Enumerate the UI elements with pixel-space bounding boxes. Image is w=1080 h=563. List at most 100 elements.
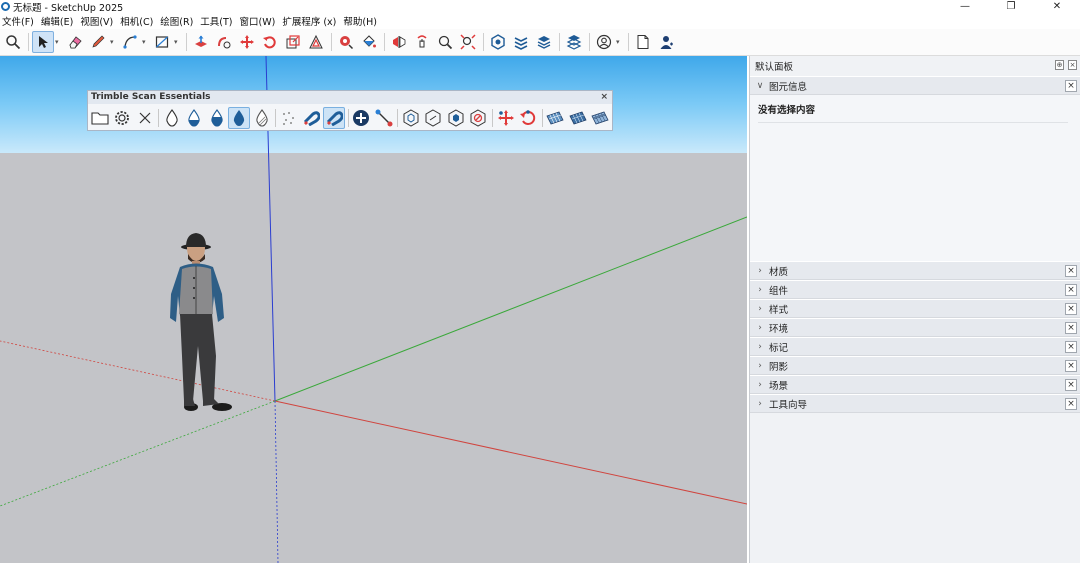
move-points-icon[interactable]: [495, 107, 516, 129]
drop-striped-icon[interactable]: [251, 107, 272, 129]
menu-file[interactable]: 文件(F): [0, 14, 39, 28]
profile-icon[interactable]: [655, 31, 677, 53]
arc-dropdown-caret[interactable]: ▾: [142, 38, 149, 46]
drop-filled-icon[interactable]: [228, 106, 250, 129]
components-icon[interactable]: [563, 31, 585, 53]
folder-icon[interactable]: [89, 107, 110, 129]
close-window-button[interactable]: ✕: [1034, 0, 1080, 13]
paint-bucket-icon[interactable]: [358, 31, 380, 53]
settings-gear-icon[interactable]: [111, 107, 132, 129]
menu-camera[interactable]: 相机(C): [118, 14, 158, 28]
zoom-extents-icon[interactable]: [457, 31, 479, 53]
user-dropdown-caret[interactable]: ▾: [616, 38, 623, 46]
search-icon[interactable]: [2, 31, 24, 53]
select-dropdown-caret[interactable]: ▾: [55, 38, 62, 46]
connect-points-icon[interactable]: [373, 107, 394, 129]
move-icon[interactable]: [236, 31, 258, 53]
add-point-icon[interactable]: [351, 107, 372, 129]
3d-warehouse-icon[interactable]: [487, 31, 509, 53]
tray-materials[interactable]: › 材质 ×: [750, 261, 1080, 280]
drop-half-icon[interactable]: [184, 107, 205, 129]
select-arrow-icon[interactable]: [32, 31, 54, 53]
close-panel-icon[interactable]: ×: [1068, 60, 1077, 70]
menu-help[interactable]: 帮助(H): [341, 14, 382, 28]
scale-figure[interactable]: [170, 233, 232, 411]
tray-scenes[interactable]: › 场景 ×: [750, 375, 1080, 394]
model-viewport[interactable]: Trimble Scan Essentials ×: [0, 56, 747, 563]
menu-draw[interactable]: 绘图(R): [158, 14, 198, 28]
window-controls: — ❐ ✕: [942, 0, 1080, 13]
menu-window[interactable]: 窗口(W): [238, 14, 281, 28]
close-icon[interactable]: ×: [1065, 341, 1077, 353]
eraser-icon[interactable]: [64, 31, 86, 53]
close-icon[interactable]: ×: [1065, 322, 1077, 334]
trimble-scan-toolbar[interactable]: Trimble Scan Essentials ×: [87, 90, 613, 131]
menu-tools[interactable]: 工具(T): [198, 14, 237, 28]
close-icon[interactable]: ×: [1065, 379, 1077, 391]
close-x-icon[interactable]: [134, 107, 155, 129]
hexagon-filled-icon[interactable]: [445, 107, 466, 129]
followme-icon[interactable]: [213, 31, 235, 53]
user-account-icon[interactable]: [593, 31, 615, 53]
mesh-icon[interactable]: [545, 107, 566, 129]
arc-icon[interactable]: [119, 31, 141, 53]
hexagon-remove-icon[interactable]: [468, 107, 489, 129]
tray-shadows[interactable]: › 阴影 ×: [750, 356, 1080, 375]
mesh-solid-icon[interactable]: [567, 107, 588, 129]
tray-components[interactable]: › 组件 ×: [750, 280, 1080, 299]
chevron-right-icon[interactable]: ›: [753, 323, 767, 333]
layers-icon[interactable]: [533, 31, 555, 53]
chevron-right-icon[interactable]: ›: [753, 399, 767, 409]
mesh-grid-icon[interactable]: [589, 107, 610, 129]
chevron-down-icon[interactable]: ∨: [753, 81, 767, 91]
close-icon[interactable]: ×: [1065, 80, 1077, 92]
pencil-dropdown-caret[interactable]: ▾: [110, 38, 117, 46]
pushpull-icon[interactable]: [190, 31, 212, 53]
chevron-right-icon[interactable]: ›: [753, 342, 767, 352]
toolbar-separator: [186, 33, 187, 51]
chevron-right-icon[interactable]: ›: [753, 380, 767, 390]
restore-button[interactable]: ❐: [988, 0, 1034, 13]
scale-icon[interactable]: [282, 31, 304, 53]
chevron-right-icon[interactable]: ›: [753, 304, 767, 314]
menu-edit[interactable]: 编辑(E): [39, 14, 78, 28]
tray-styles[interactable]: › 样式 ×: [750, 299, 1080, 318]
extension-warehouse-icon[interactable]: [510, 31, 532, 53]
tray-environment[interactable]: › 环境 ×: [750, 318, 1080, 337]
rectangle-icon[interactable]: [151, 31, 173, 53]
close-icon[interactable]: ×: [1065, 398, 1077, 410]
close-icon[interactable]: ×: [1065, 284, 1077, 296]
flip-icon[interactable]: [388, 31, 410, 53]
menu-view[interactable]: 视图(V): [78, 14, 118, 28]
close-icon[interactable]: ×: [1065, 303, 1077, 315]
close-icon[interactable]: ×: [600, 91, 608, 104]
trimble-toolbar-title[interactable]: Trimble Scan Essentials ×: [88, 91, 612, 104]
drop-outline-icon[interactable]: [161, 107, 182, 129]
rotate-points-icon[interactable]: [517, 107, 538, 129]
chevron-right-icon[interactable]: ›: [753, 285, 767, 295]
hexagon-outline-icon[interactable]: [400, 107, 421, 129]
drop-mostly-filled-icon[interactable]: [206, 107, 227, 129]
tray-entity-info[interactable]: ∨ 图元信息 ×: [750, 76, 1080, 95]
scatter-points-icon[interactable]: [278, 107, 299, 129]
pencil-icon[interactable]: [87, 31, 109, 53]
close-icon[interactable]: ×: [1065, 360, 1077, 372]
orbit-icon[interactable]: [411, 31, 433, 53]
magnet-icon[interactable]: [301, 107, 322, 129]
chevron-right-icon[interactable]: ›: [753, 266, 767, 276]
tray-tags[interactable]: › 标记 ×: [750, 337, 1080, 356]
hexagon-edit-icon[interactable]: [423, 107, 444, 129]
menu-extensions[interactable]: 扩展程序 (x): [280, 14, 341, 28]
close-icon[interactable]: ×: [1065, 265, 1077, 277]
rotate-icon[interactable]: [259, 31, 281, 53]
new-document-icon[interactable]: [632, 31, 654, 53]
minimize-button[interactable]: —: [942, 0, 988, 13]
tape-measure-icon[interactable]: [335, 31, 357, 53]
rectangle-dropdown-caret[interactable]: ▾: [174, 38, 181, 46]
magnet-active-icon[interactable]: [323, 106, 345, 129]
zoom-icon[interactable]: [434, 31, 456, 53]
tray-instructor[interactable]: › 工具向导 ×: [750, 394, 1080, 413]
offset-icon[interactable]: [305, 31, 327, 53]
pin-icon[interactable]: ⊕: [1055, 60, 1064, 70]
chevron-right-icon[interactable]: ›: [753, 361, 767, 371]
